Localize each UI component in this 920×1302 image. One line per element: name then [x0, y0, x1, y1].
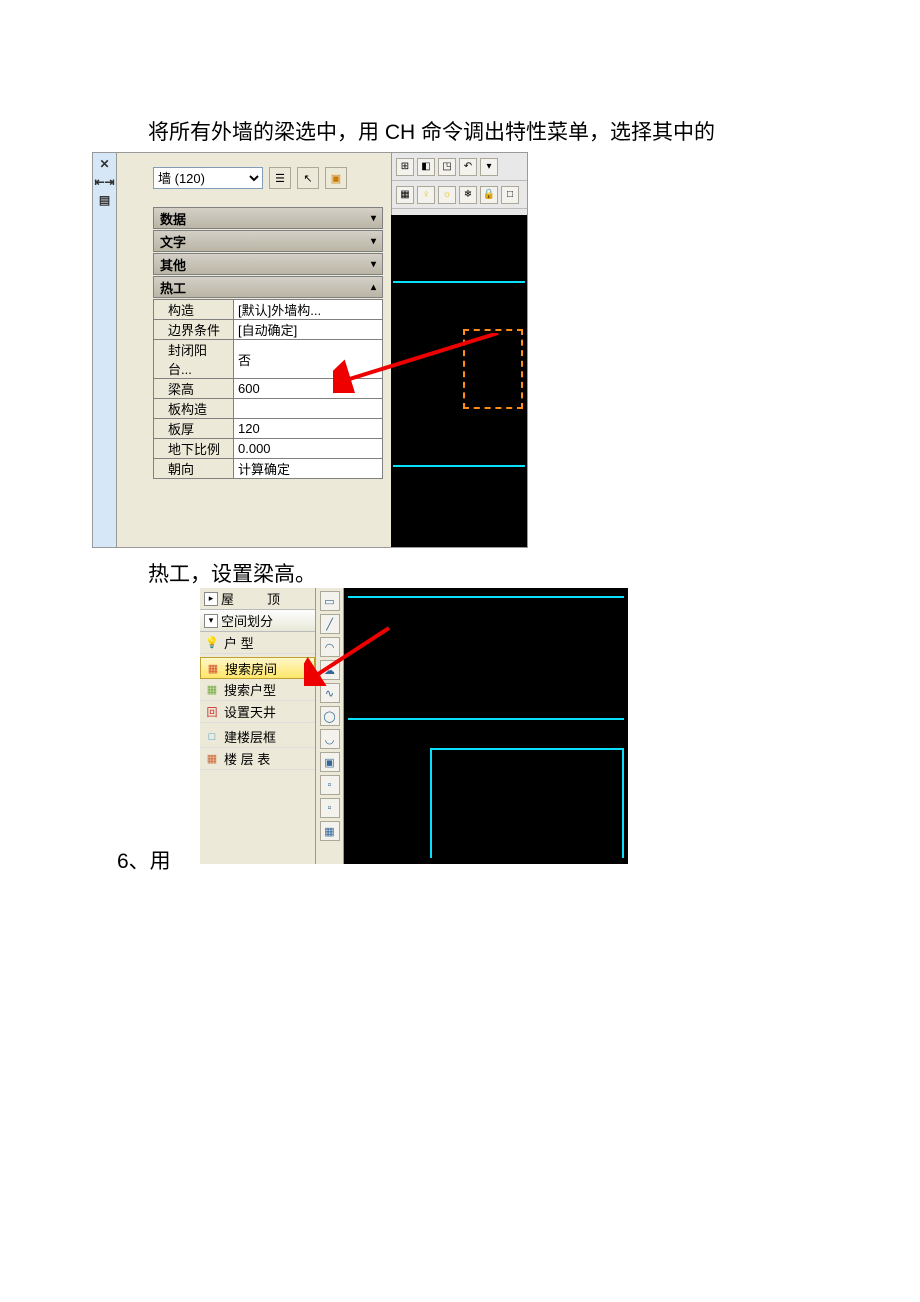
undo-icon[interactable]: ↶ — [459, 158, 477, 176]
collapse-icon: ▾ — [204, 614, 218, 628]
prop-row: 朝向 计算确定 — [154, 459, 383, 479]
prop-value[interactable]: [默认]外墙构... — [234, 300, 383, 320]
select-objects-icon[interactable]: ↖ — [297, 167, 319, 189]
rectangle-icon[interactable]: ▭ — [320, 591, 340, 611]
prop-value[interactable]: 600 — [234, 379, 383, 399]
line-icon[interactable]: ╱ — [320, 614, 340, 634]
prop-value[interactable]: 0.000 — [234, 439, 383, 459]
close-icon[interactable]: ✕ — [99, 157, 109, 171]
autohide-icon[interactable]: ⇤⇥ — [94, 175, 114, 189]
arc-icon[interactable]: ◠ — [320, 637, 340, 657]
prop-label: 边界条件 — [154, 320, 234, 340]
cad-wall-outline — [463, 329, 523, 409]
cloud-icon[interactable]: ☁ — [320, 660, 340, 680]
section-thermal[interactable]: 热工▴ — [153, 276, 383, 298]
sidebar-item-set-courtyard[interactable]: 回 设置天井 — [200, 701, 315, 723]
cad-line — [393, 281, 525, 283]
insert-icon[interactable]: ▫ — [320, 775, 340, 795]
ellipse-icon[interactable]: ◯ — [320, 706, 340, 726]
prop-label: 地下比例 — [154, 439, 234, 459]
section-other[interactable]: 其他▾ — [153, 253, 383, 275]
prop-row: 地下比例 0.000 — [154, 439, 383, 459]
expand-icon: ▸ — [204, 592, 218, 606]
sidebar-menu: ▸ 屋 顶 ▾ 空间划分 💡 户 型 ▦ 搜索房间 ▦ 搜索户型 回 设置天井 … — [200, 588, 316, 864]
prop-row: 构造 [默认]外墙构... — [154, 300, 383, 320]
body-text-2: 热工，设置梁高。 — [148, 558, 316, 588]
prop-label: 板构造 — [154, 399, 234, 419]
properties-table: 构造 [默认]外墙构... 边界条件 [自动确定] 封闭阳台... 否 梁高 6… — [153, 299, 383, 479]
cad-line — [348, 596, 624, 598]
cad-line — [430, 748, 624, 858]
toggle-icon[interactable]: ▣ — [325, 167, 347, 189]
color-icon[interactable]: □ — [501, 186, 519, 204]
prop-value[interactable]: 120 — [234, 419, 383, 439]
section-text[interactable]: 文字▾ — [153, 230, 383, 252]
draw-toolbar: ▭ ╱ ◠ ☁ ∿ ◯ ◡ ▣ ▫ ▫ ▦ — [316, 588, 344, 864]
chevron-down-icon: ▾ — [371, 259, 376, 270]
prop-value[interactable]: 计算确定 — [234, 459, 383, 479]
prop-label: 构造 — [154, 300, 234, 320]
body-text-3: 6、用 — [117, 845, 171, 875]
prop-row: 板厚 120 — [154, 419, 383, 439]
search-room-icon: ▦ — [205, 660, 221, 676]
cad-line — [348, 718, 624, 720]
dropdown-icon[interactable]: ▾ — [480, 158, 498, 176]
cad-sidebar-panel: ▸ 屋 顶 ▾ 空间划分 💡 户 型 ▦ 搜索房间 ▦ 搜索户型 回 设置天井 … — [200, 588, 628, 864]
block-icon[interactable]: ▣ — [320, 752, 340, 772]
lightbulb-icon[interactable]: ♀ — [417, 186, 435, 204]
cad-viewport — [391, 215, 527, 547]
sidebar-item-search-room[interactable]: ▦ 搜索房间 — [200, 657, 315, 679]
properties-panel: ✕ ⇤⇥ ▤ ⊞ ◧ ◳ ↶ ▾ ▦ ♀ ☼ ❄ 🔒 □ 墙 (120) — [92, 152, 528, 548]
chevron-up-icon: ▴ — [371, 282, 376, 293]
object-type-select[interactable]: 墙 (120) — [153, 167, 263, 189]
toolbar-strips: ⊞ ◧ ◳ ↶ ▾ ▦ ♀ ☼ ❄ 🔒 □ — [391, 153, 527, 215]
tool-icon[interactable]: ⊞ — [396, 158, 414, 176]
sidebar-group-roof[interactable]: ▸ 屋 顶 — [200, 588, 315, 610]
point-icon[interactable]: ▫ — [320, 798, 340, 818]
panel-docking-strip: ✕ ⇤⇥ ▤ — [93, 153, 117, 547]
chevron-down-icon: ▾ — [371, 236, 376, 247]
prop-label: 朝向 — [154, 459, 234, 479]
prop-row: 梁高 600 — [154, 379, 383, 399]
sidebar-group-space[interactable]: ▾ 空间划分 — [200, 610, 315, 632]
quick-select-icon[interactable]: ☰ — [269, 167, 291, 189]
ellipse-arc-icon[interactable]: ◡ — [320, 729, 340, 749]
body-text-1: 将所有外墙的梁选中，用 CH 命令调出特性菜单，选择其中的 — [148, 116, 715, 146]
tool-icon[interactable]: ◧ — [417, 158, 435, 176]
prop-label: 板厚 — [154, 419, 234, 439]
prop-row: 封闭阳台... 否 — [154, 340, 383, 379]
layer-icon[interactable]: ▦ — [396, 186, 414, 204]
options-icon[interactable]: ▤ — [99, 193, 110, 207]
section-data[interactable]: 数据▾ — [153, 207, 383, 229]
spline-icon[interactable]: ∿ — [320, 683, 340, 703]
cad-line — [393, 465, 525, 467]
prop-row: 边界条件 [自动确定] — [154, 320, 383, 340]
prop-label: 梁高 — [154, 379, 234, 399]
tool-icon[interactable]: ◳ — [438, 158, 456, 176]
sidebar-item-search-unit[interactable]: ▦ 搜索户型 — [200, 679, 315, 701]
search-unit-icon: ▦ — [204, 682, 220, 698]
prop-row: 板构造 — [154, 399, 383, 419]
prop-label: 封闭阳台... — [154, 340, 234, 379]
floor-table-icon: ▦ — [204, 751, 220, 767]
sidebar-item-huxing[interactable]: 💡 户 型 — [200, 632, 315, 654]
hatch-icon[interactable]: ▦ — [320, 821, 340, 841]
sidebar-item-floor-frame[interactable]: □ 建楼层框 — [200, 726, 315, 748]
lock-icon[interactable]: 🔒 — [480, 186, 498, 204]
floor-frame-icon: □ — [204, 729, 220, 745]
prop-value[interactable]: [自动确定] — [234, 320, 383, 340]
courtyard-icon: 回 — [204, 704, 220, 720]
prop-value[interactable] — [234, 399, 383, 419]
chevron-down-icon: ▾ — [371, 213, 376, 224]
bulb-icon: 💡 — [204, 635, 220, 651]
sun-icon[interactable]: ☼ — [438, 186, 456, 204]
prop-value[interactable]: 否 — [234, 340, 383, 379]
sidebar-item-floor-table[interactable]: ▦ 楼 层 表 — [200, 748, 315, 770]
freeze-icon[interactable]: ❄ — [459, 186, 477, 204]
